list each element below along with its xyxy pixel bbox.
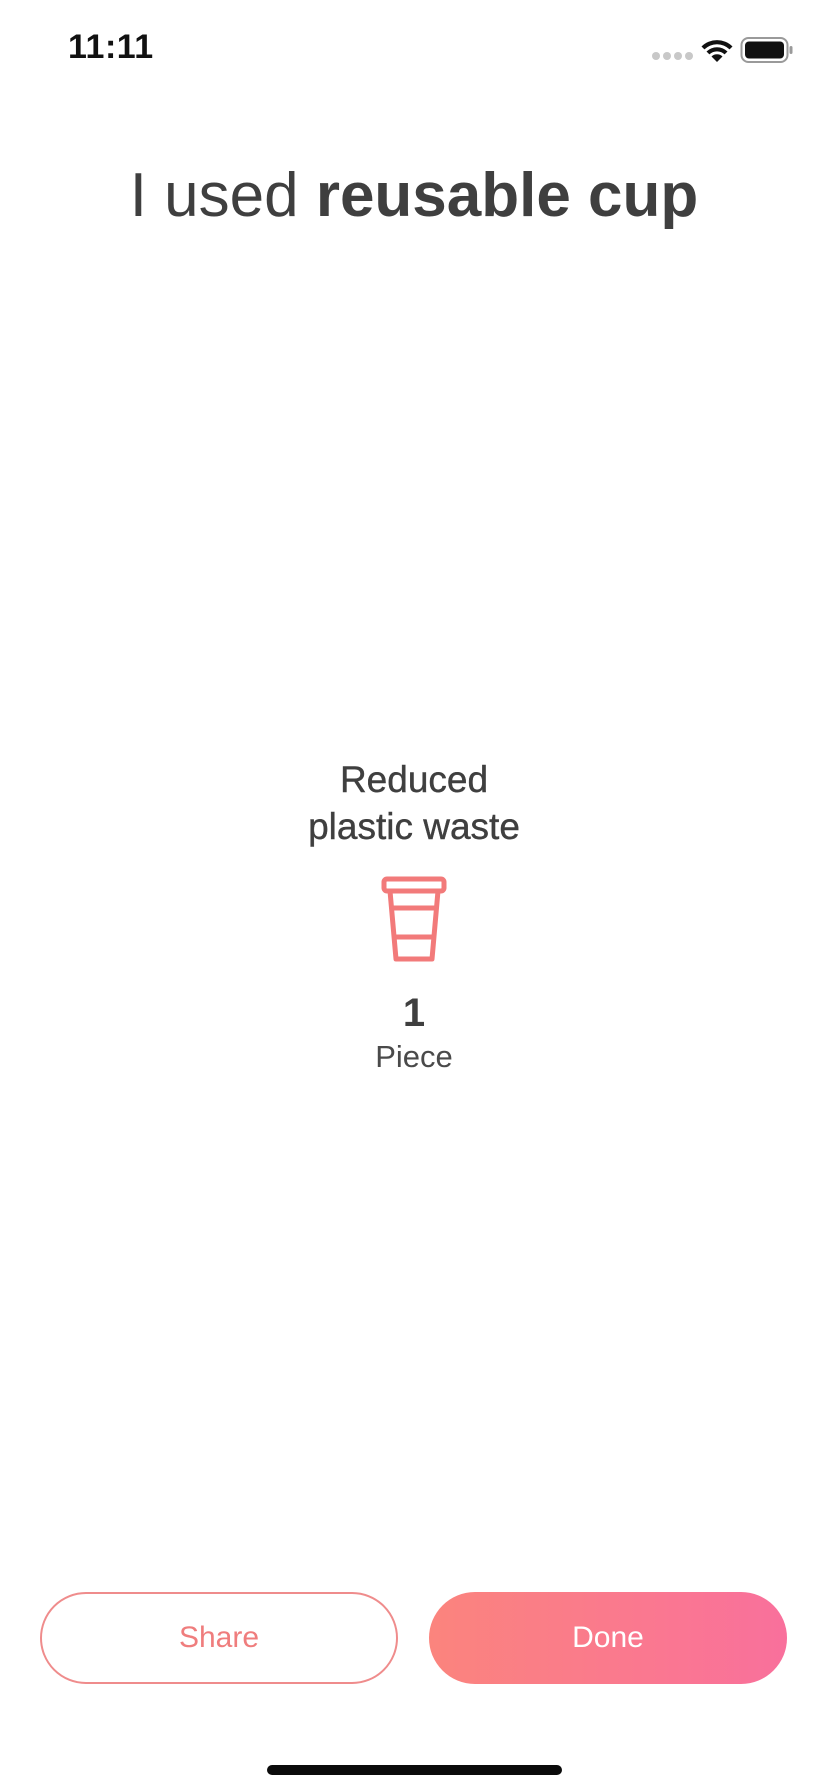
status-bar: 11:11 <box>0 0 828 100</box>
cup-icon <box>381 876 447 962</box>
status-time: 11:11 <box>68 28 154 66</box>
cellular-signal-icon <box>652 52 693 60</box>
stat-label-line1: Reduced <box>339 759 489 800</box>
page-title: I used reusable cup <box>0 160 828 232</box>
share-button[interactable]: Share <box>40 1592 398 1684</box>
done-button-label: Done <box>572 1621 644 1654</box>
title-emphasis: reusable cup <box>315 161 699 230</box>
battery-icon <box>740 37 793 63</box>
wifi-icon <box>701 40 733 62</box>
stat-unit: Piece <box>375 1039 453 1074</box>
share-button-label: Share <box>178 1621 260 1654</box>
stat-value: 1 <box>402 991 426 1035</box>
title-prefix: I used <box>129 161 316 230</box>
home-indicator[interactable] <box>267 1765 562 1775</box>
done-button[interactable]: Done <box>429 1592 787 1684</box>
reduction-stat: Reduced plastic waste 1 Piece <box>0 756 828 1078</box>
stat-label-line2: plastic waste <box>308 806 520 847</box>
